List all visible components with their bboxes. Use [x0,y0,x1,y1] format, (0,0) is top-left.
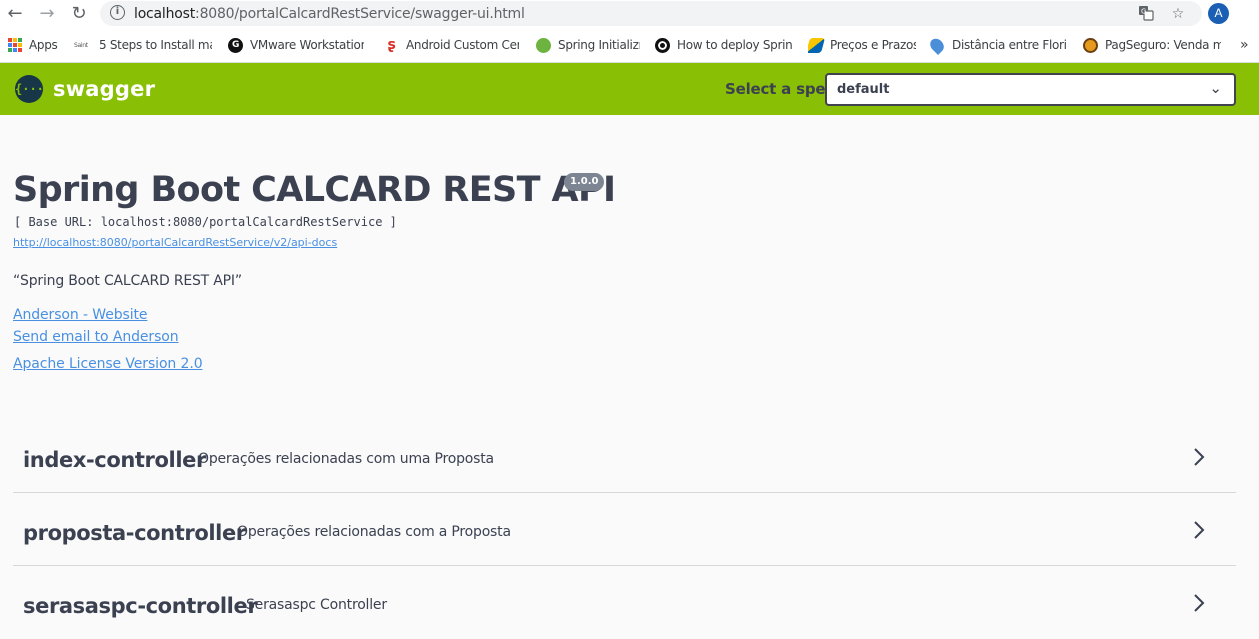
email-link[interactable]: Send email to Anderson [13,329,179,345]
bookmark-vmware[interactable]: G VMware Workstation [228,34,364,56]
forward-arrow-icon[interactable]: → [36,3,58,25]
pagseguro-icon [1083,37,1098,53]
bookmark-label: Apps [29,38,58,52]
url-path: :8080/portalCalcardRestService/swagger-u… [195,6,525,22]
url-text[interactable]: localhost:8080/portalCalcardRestService/… [134,6,525,22]
profile-avatar[interactable]: A [1208,3,1229,24]
swagger-logo-icon[interactable]: {···} [15,75,51,103]
bookmark-label: VMware Workstation [250,38,364,52]
bookmark-distancia[interactable]: Distância entre Floria [929,34,1067,56]
bookmark-label: Android Custom Cen [406,38,519,52]
chevron-right-icon[interactable] [1191,591,1207,615]
spec-select[interactable]: default ⌄ [825,73,1236,106]
swagger-topbar: {···} swagger Select a spec default ⌄ [0,63,1259,115]
api-docs-link[interactable]: http://localhost:8080/portalCalcardRestS… [13,236,337,249]
tag-name[interactable]: serasaspc-controller [23,594,258,618]
bookmark-label: How to deploy Spring [677,38,792,52]
reload-icon[interactable]: ↻ [68,3,90,25]
back-arrow-icon[interactable]: ← [4,3,26,25]
tag-description: Serasaspc Controller [246,597,387,613]
more-bookmarks-chevron-icon[interactable]: » [1240,34,1256,56]
tag-section-serasaspc-controller[interactable]: serasaspc-controller Serasaspc Controlle… [13,566,1236,639]
bookmark-android-custom[interactable]: ʂ Android Custom Cen [384,34,519,56]
bookmark-star-icon[interactable]: ☆ [1169,5,1187,23]
select-spec-label: Select a spec [725,80,835,98]
api-title: Spring Boot CALCARD REST API [13,170,616,210]
tag-name[interactable]: index-controller [23,448,206,472]
spring-icon [536,37,551,53]
bookmark-deploy-spring[interactable]: How to deploy Spring [655,34,792,56]
apps-grid-icon [8,38,22,52]
website-link[interactable]: Anderson - Website [13,307,148,323]
correios-icon [808,37,826,53]
api-description: “Spring Boot CALCARD REST API” [13,273,242,289]
bookmarks-bar: Apps Saint 5 Steps to Install mac G VMwa… [0,34,1259,56]
android-custom-icon: ʂ [387,36,396,53]
site-info-icon[interactable]: i [110,5,125,20]
github-icon [655,37,670,53]
tag-description: Operações relacionadas com uma Proposta [198,451,494,467]
vmware-icon: G [228,37,243,53]
url-host: localhost [134,6,196,22]
bookmark-pagseguro[interactable]: PagSeguro: Venda m [1083,34,1221,56]
license-link[interactable]: Apache License Version 2.0 [13,356,203,372]
bookmark-spring-initializr[interactable]: Spring Initializr [536,34,640,56]
saint-icon: Saint [74,41,88,49]
base-url: [ Base URL: localhost:8080/portalCalcard… [14,215,397,229]
chevron-down-icon: ⌄ [1209,79,1222,97]
chevron-right-icon[interactable] [1191,518,1207,542]
map-pin-icon [929,35,947,55]
svg-text:G: G [1141,8,1146,16]
translate-icon[interactable]: G [1137,5,1155,23]
swagger-brand[interactable]: swagger [53,77,155,101]
spec-select-value: default [837,82,890,97]
bookmark-precos-prazos[interactable]: Preços e Prazos [808,34,916,56]
bookmark-label: Distância entre Floria [952,38,1067,52]
bookmark-label: PagSeguro: Venda m [1105,38,1221,52]
version-badge: 1.0.0 [564,173,605,191]
tag-section-proposta-controller[interactable]: proposta-controller Operações relacionad… [13,493,1236,566]
chevron-right-icon[interactable] [1191,445,1207,469]
tag-name[interactable]: proposta-controller [23,521,246,545]
bookmark-label: Preços e Prazos [830,38,916,52]
bookmark-label: 5 Steps to Install mac [99,38,212,52]
bookmark-label: Spring Initializr [558,38,640,52]
browser-chrome: ← → ↻ i localhost:8080/portalCalcardRest… [0,0,1259,63]
bookmark-apps[interactable]: Apps [8,34,63,56]
tag-section-index-controller[interactable]: index-controller Operações relacionadas … [13,420,1236,493]
address-bar[interactable]: i localhost:8080/portalCalcardRestServic… [100,1,1202,26]
bookmark-install-mac[interactable]: Saint 5 Steps to Install mac [74,34,212,56]
tag-description: Operações relacionadas com a Proposta [237,524,511,540]
